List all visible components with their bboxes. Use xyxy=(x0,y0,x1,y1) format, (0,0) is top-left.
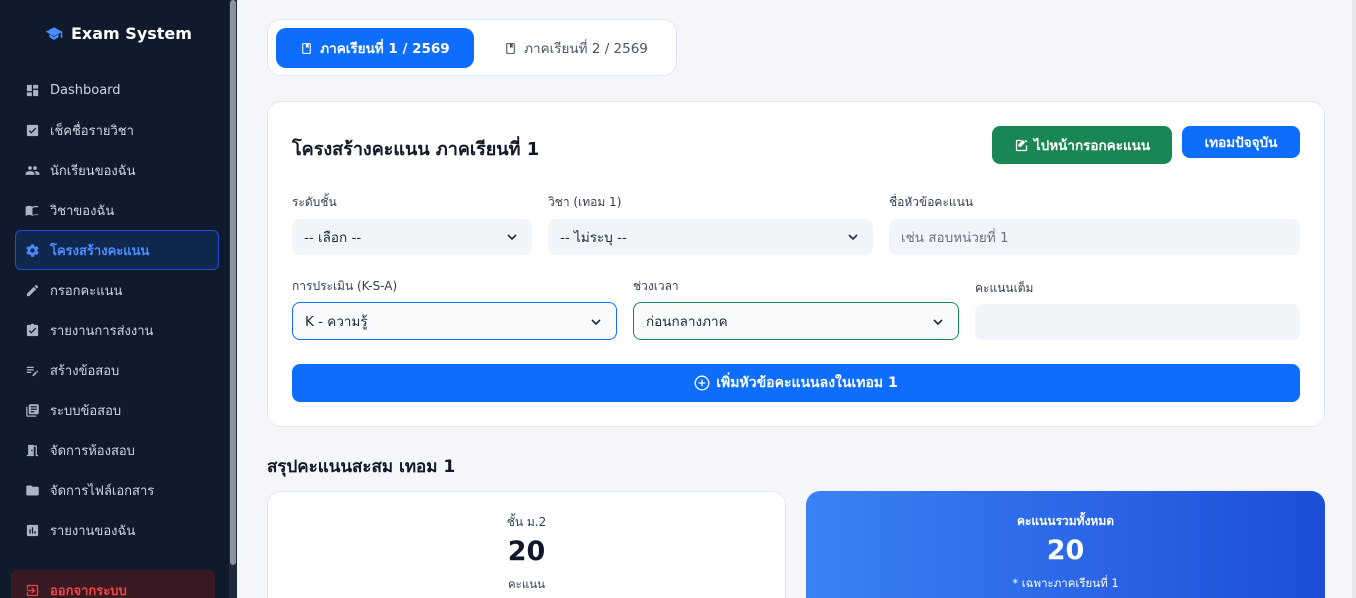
folder-icon xyxy=(26,485,39,495)
notebook-icon xyxy=(302,42,312,54)
full-score-input[interactable] xyxy=(975,304,1300,340)
summary-title: สรุปคะแนนสะสม เทอม 1 xyxy=(267,457,456,477)
sidebar-item-create-exam[interactable]: สร้างข้อสอบ xyxy=(15,350,219,390)
graduation-cap-icon xyxy=(45,26,63,40)
assessment-label: การประเมิน (K-S-A) xyxy=(292,279,398,293)
sidebar-item-label: จัดการไฟล์เอกสาร xyxy=(50,483,155,499)
score-structure-card: โครงสร้างคะแนน ภาคเรียนที่ 1 ไปหน้ากรอกค… xyxy=(267,101,1325,427)
sidebar-scrollbar[interactable] xyxy=(229,0,237,598)
brand-name: Exam System xyxy=(71,24,192,43)
period-value: ก่อนกลางภาค xyxy=(646,314,728,330)
edit-square-icon xyxy=(1015,139,1028,151)
goto-score-entry-label: ไปหน้ากรอกคะแนน xyxy=(1033,138,1151,154)
full-score-label: คะแนนเต็ม xyxy=(975,281,1034,295)
sidebar-item-enter-scores[interactable]: กรอกคะแนน xyxy=(15,270,219,310)
edit-note-icon xyxy=(26,366,39,376)
sidebar-item-label: โครงสร้างคะแนน xyxy=(50,243,150,259)
checklist-icon xyxy=(26,124,39,136)
plus-circle-icon xyxy=(694,375,710,391)
period-label: ช่วงเวลา xyxy=(633,279,679,293)
tab-term-2-label: ภาคเรียนที่ 2 / 2569 xyxy=(524,41,648,57)
sidebar-nav: Dashboard เช็คชื่อรายวิชา นักเรียนของฉัน… xyxy=(15,70,219,550)
class-score-unit: คะแนน xyxy=(507,577,545,591)
goto-score-entry-button[interactable]: ไปหน้ากรอกคะแนน xyxy=(992,126,1172,164)
level-value: -- เลือก -- xyxy=(304,230,362,246)
level-select[interactable]: -- เลือก -- xyxy=(292,219,532,255)
sidebar-item-label: รายงานของฉัน xyxy=(50,523,136,539)
sidebar-item-exam-system[interactable]: ระบบข้อสอบ xyxy=(15,390,219,430)
class-score-label: ชั้น ม.2 xyxy=(506,515,547,529)
class-score-value: 20 xyxy=(507,536,546,567)
gear-icon xyxy=(26,243,39,257)
class-score-card: ชั้น ม.2 20 คะแนน xyxy=(267,491,786,598)
sidebar-item-label: วิชาของฉัน xyxy=(50,203,115,219)
dashboard-icon xyxy=(26,84,39,96)
assessment-value: K - ความรู้ xyxy=(305,314,368,330)
logout-icon xyxy=(26,584,39,596)
sidebar: Exam System Dashboard เช็คชื่อรายวิชา นั… xyxy=(0,0,237,598)
logout-label: ออกจากระบบ xyxy=(50,583,127,598)
sidebar-item-exam-rooms[interactable]: จัดการห้องสอบ xyxy=(15,430,219,470)
sidebar-item-label: นักเรียนของฉัน xyxy=(50,163,136,179)
card-title: โครงสร้างคะแนน ภาคเรียนที่ 1 xyxy=(292,139,540,160)
chevron-down-icon xyxy=(591,319,601,326)
sidebar-item-my-subjects[interactable]: วิชาของฉัน xyxy=(15,190,219,230)
score-title-input[interactable]: เช่น สอบหน่วยที่ 1 xyxy=(889,219,1300,255)
chevron-down-icon xyxy=(848,234,858,241)
subject-select[interactable]: -- ไม่ระบุ -- xyxy=(548,219,873,255)
add-score-item-label: เพิ่มหัวข้อคะแนนลงในเทอม 1 xyxy=(716,375,898,391)
tab-term-2[interactable]: ภาคเรียนที่ 2 / 2569 xyxy=(486,28,666,68)
sidebar-item-label: เช็คชื่อรายวิชา xyxy=(50,123,134,139)
assessment-select[interactable]: K - ความรู้ xyxy=(292,302,617,340)
sidebar-scrollbar-thumb[interactable] xyxy=(230,0,236,565)
period-select[interactable]: ก่อนกลางภาค xyxy=(633,302,959,340)
chevron-down-icon xyxy=(933,319,943,326)
chevron-down-icon xyxy=(507,234,517,241)
tab-term-1-label: ภาคเรียนที่ 1 / 2569 xyxy=(320,41,450,57)
clipboard-check-icon xyxy=(26,323,39,336)
current-term-button[interactable]: เทอมปัจจุบัน xyxy=(1182,126,1300,158)
total-score-value: 20 xyxy=(1046,535,1085,566)
subject-label: วิชา (เทอม 1) xyxy=(548,195,622,209)
sidebar-item-score-structure[interactable]: โครงสร้างคะแนน xyxy=(15,230,219,270)
sidebar-item-dashboard[interactable]: Dashboard xyxy=(15,70,219,110)
sidebar-item-label: รายงานการส่งงาน xyxy=(50,323,154,339)
level-label: ระดับชั้น xyxy=(292,195,337,209)
door-icon xyxy=(26,444,39,456)
page-scrollbar[interactable] xyxy=(1352,0,1356,598)
brand[interactable]: Exam System xyxy=(44,24,192,43)
subject-value: -- ไม่ระบุ -- xyxy=(560,230,627,246)
logout-button[interactable]: ออกจากระบบ xyxy=(11,570,215,598)
pencil-icon xyxy=(26,284,39,296)
report-icon xyxy=(26,524,39,536)
total-score-card: คะแนนรวมทั้งหมด 20 * เฉพาะภาคเรียนที่ 1 xyxy=(806,491,1325,598)
sidebar-item-attendance[interactable]: เช็คชื่อรายวิชา xyxy=(15,110,219,150)
tab-term-1[interactable]: ภาคเรียนที่ 1 / 2569 xyxy=(276,28,474,68)
sidebar-item-label: ระบบข้อสอบ xyxy=(50,403,122,419)
notebook-icon xyxy=(506,42,515,54)
book-icon xyxy=(25,205,39,216)
users-icon xyxy=(25,165,40,175)
sidebar-item-label: จัดการห้องสอบ xyxy=(50,443,135,459)
sidebar-item-submission-report[interactable]: รายงานการส่งงาน xyxy=(15,310,219,350)
sidebar-item-my-students[interactable]: นักเรียนของฉัน xyxy=(15,150,219,190)
total-score-label: คะแนนรวมทั้งหมด xyxy=(1016,514,1115,528)
total-score-note: * เฉพาะภาคเรียนที่ 1 xyxy=(1012,576,1119,590)
score-title-label: ชื่อหัวข้อคะแนน xyxy=(889,195,974,209)
term-tabs: ภาคเรียนที่ 1 / 2569 ภาคเรียนที่ 2 / 256… xyxy=(267,19,677,76)
add-score-item-button[interactable]: เพิ่มหัวข้อคะแนนลงในเทอม 1 xyxy=(292,364,1300,402)
library-icon xyxy=(26,403,39,417)
sidebar-item-documents[interactable]: จัดการไฟล์เอกสาร xyxy=(15,470,219,510)
sidebar-item-my-reports[interactable]: รายงานของฉัน xyxy=(15,510,219,550)
sidebar-item-label: สร้างข้อสอบ xyxy=(50,363,120,379)
sidebar-item-label: กรอกคะแนน xyxy=(50,283,123,299)
sidebar-item-label: Dashboard xyxy=(50,82,121,98)
